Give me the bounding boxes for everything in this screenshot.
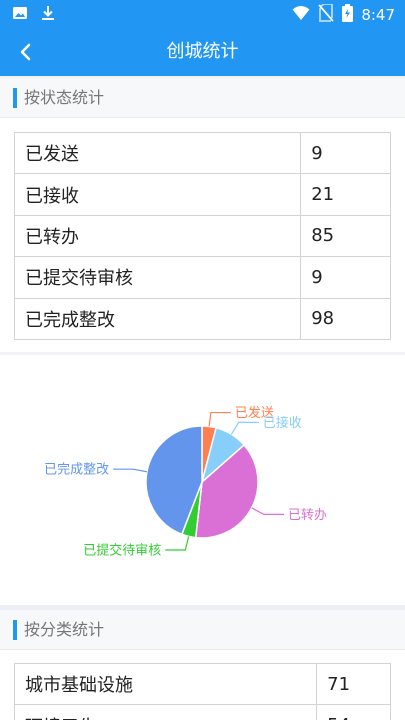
section-accent-bar (13, 620, 17, 640)
pie-leader-line-transferred (251, 507, 285, 515)
back-button[interactable] (14, 40, 38, 64)
table-row: 城市基础设施 71 (13, 662, 391, 706)
pie-label-transferred: 已转办 (288, 508, 327, 523)
row-label: 已完成整改 (13, 297, 302, 340)
section-accent-bar (13, 88, 17, 108)
table-row: 已完成整改 98 (13, 297, 391, 340)
pie-label-rectified: 已完成整改 (44, 463, 109, 478)
pie-leader-line-sent (208, 411, 231, 427)
app-bar: 创城统计 (0, 28, 405, 76)
category-table-card: 城市基础设施 71 环境卫生 54 (0, 650, 405, 720)
row-label: 环境卫生 (13, 704, 318, 720)
status-pie-card: 已发送 已接收 已转办 已提交待审核 已完成整改 (0, 355, 405, 605)
no-sim-icon (318, 3, 334, 26)
row-value: 54 (316, 704, 391, 720)
status-bar: 8:47 (0, 0, 405, 28)
row-label: 已接收 (13, 173, 302, 216)
battery-icon (342, 4, 354, 26)
pie-leader-line-received (230, 421, 259, 435)
pie-leader-line-rectified (113, 468, 148, 473)
row-label: 已转办 (13, 214, 302, 258)
wifi-icon (292, 5, 310, 25)
category-section-header: 按分类统计 (0, 610, 405, 650)
category-table: 城市基础设施 71 环境卫生 54 (13, 662, 391, 720)
pie-label-pending-review: 已提交待审核 (83, 542, 161, 558)
status-section-title: 按状态统计 (24, 88, 105, 107)
status-time: 8:47 (361, 6, 395, 24)
table-row: 已接收 21 (13, 173, 391, 216)
table-row: 已提交待审核 9 (13, 256, 391, 299)
table-row: 已发送 9 (13, 131, 391, 175)
row-label: 城市基础设施 (13, 662, 318, 706)
row-value: 85 (300, 214, 391, 258)
table-row: 已转办 85 (13, 214, 391, 258)
page-title: 创城统计 (166, 41, 239, 62)
pie-leader-line-pending-review (165, 536, 190, 551)
row-value: 98 (300, 297, 391, 340)
back-arrow-icon (20, 43, 31, 61)
row-value: 21 (300, 173, 391, 216)
status-pie-chart: 已发送已接收已转办已提交待审核已完成整改 (44, 405, 327, 558)
row-value: 9 (300, 256, 391, 299)
status-table-card: 已发送 9 已接收 21 已转办 85 已提交待审核 9 已完成整改 98 (0, 118, 405, 352)
row-label: 已发送 (13, 131, 302, 175)
table-row: 环境卫生 54 (13, 704, 391, 720)
row-value: 9 (300, 131, 391, 175)
row-value: 71 (316, 662, 391, 706)
status-table: 已发送 9 已接收 21 已转办 85 已提交待审核 9 已完成整改 98 (13, 131, 391, 340)
row-label: 已提交待审核 (13, 256, 302, 299)
category-section-title: 按分类统计 (24, 620, 105, 639)
download-icon (40, 5, 56, 25)
pie-label-received: 已接收 (263, 415, 302, 431)
status-section-header: 按状态统计 (0, 78, 405, 118)
image-icon (12, 5, 28, 25)
